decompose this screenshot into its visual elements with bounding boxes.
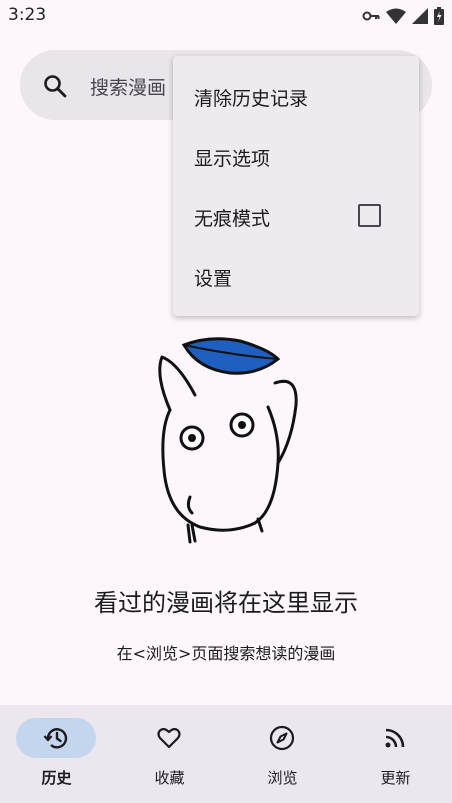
nav-label: 收藏 [154, 769, 185, 787]
nav-item-browse[interactable]: 浏览 [226, 705, 339, 803]
menu-item-display-options[interactable]: 显示选项 [173, 126, 419, 186]
menu-item-settings[interactable]: 设置 [173, 246, 419, 306]
search-icon[interactable] [42, 73, 68, 99]
compass-icon [269, 725, 295, 751]
menu-item-label: 设置 [194, 268, 233, 290]
menu-item-incognito[interactable]: 无痕模式 [173, 186, 419, 246]
leaf-shape [181, 337, 281, 375]
empty-state-title: 看过的漫画将在这里显示 [94, 589, 358, 617]
nav-label: 更新 [380, 769, 411, 787]
bottom-navigation: 历史 收藏 浏览 更新 [0, 705, 452, 803]
status-icons [362, 7, 444, 25]
nav-label: 历史 [41, 769, 72, 787]
rss-icon [385, 728, 405, 748]
empty-state-mascot-illustration [158, 337, 298, 544]
history-icon [43, 728, 68, 749]
menu-item-clear-history[interactable]: 清除历史记录 [173, 66, 419, 126]
wifi-icon [386, 8, 406, 24]
overflow-menu: 清除历史记录 显示选项 无痕模式 设置 [173, 56, 419, 316]
nav-item-history[interactable]: 历史 [0, 705, 113, 803]
status-time: 3:23 [8, 5, 47, 25]
menu-item-label: 清除历史记录 [194, 88, 309, 110]
heart-icon [157, 727, 181, 749]
menu-item-label: 无痕模式 [194, 208, 271, 230]
nav-item-favorites[interactable]: 收藏 [113, 705, 226, 803]
vpn-key-icon [362, 11, 380, 21]
nav-item-updates[interactable]: 更新 [339, 705, 452, 803]
battery-icon [434, 7, 444, 25]
nav-label: 浏览 [267, 769, 298, 787]
empty-state-subtitle: 在<浏览>页面搜索想读的漫画 [116, 644, 336, 663]
search-input[interactable]: 搜索漫画 [90, 73, 166, 100]
menu-item-label: 显示选项 [194, 148, 271, 170]
status-bar: 3:23 [0, 0, 452, 32]
signal-icon [412, 8, 428, 24]
incognito-checkbox[interactable] [358, 204, 381, 227]
